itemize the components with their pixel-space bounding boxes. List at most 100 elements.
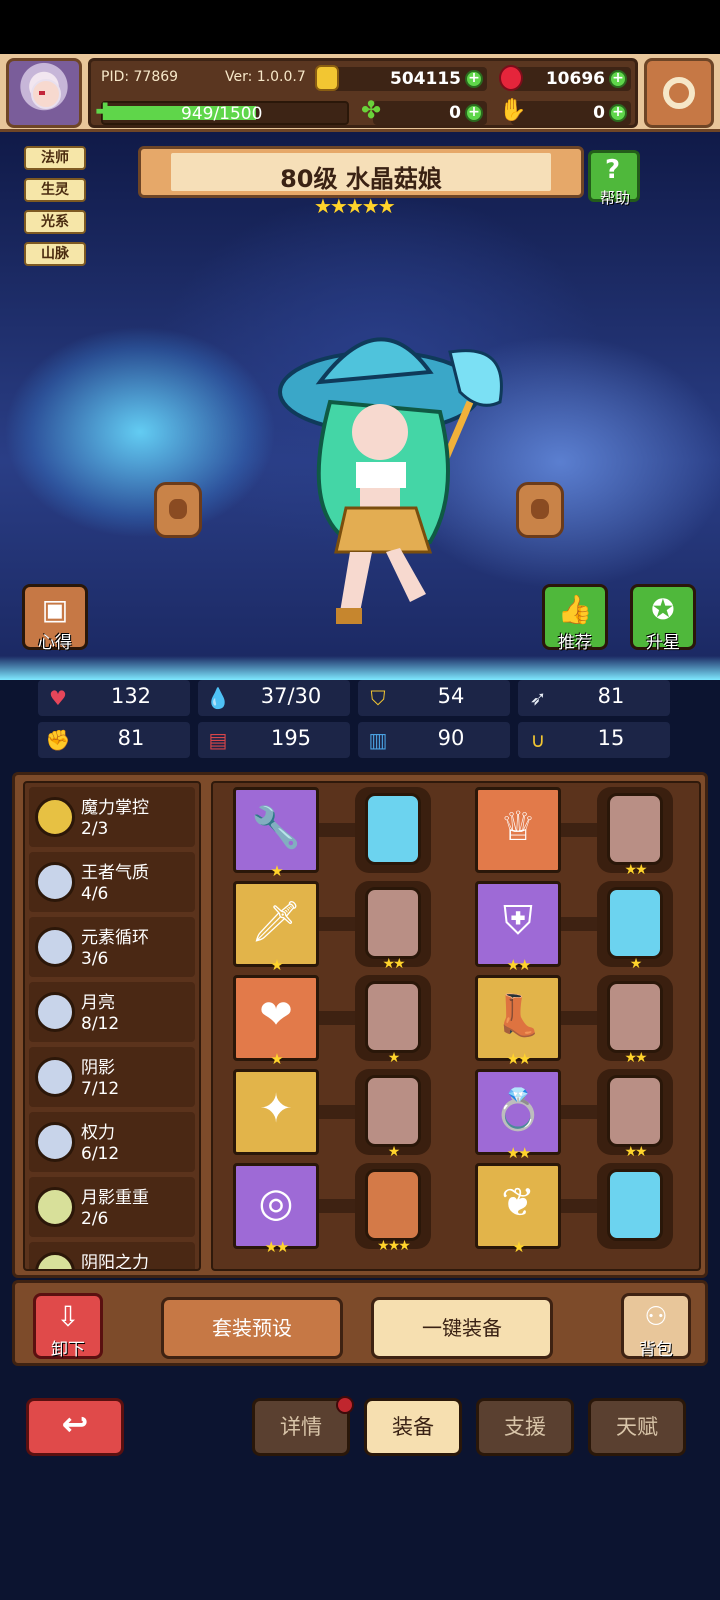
set-bonus-item[interactable]: 月影重重 2/6 bbox=[29, 1177, 195, 1237]
tag-mage[interactable]: 法师 bbox=[24, 146, 86, 170]
set-emblem-icon bbox=[35, 1252, 75, 1269]
tab-equipment[interactable]: 装备 bbox=[364, 1398, 462, 1456]
player-avatar[interactable] bbox=[6, 58, 82, 128]
gear-icon bbox=[663, 77, 695, 109]
hero-character-sprite bbox=[278, 337, 503, 624]
set-emblem-icon bbox=[35, 1122, 75, 1162]
equipment-slot[interactable]: 👢 ★★ bbox=[475, 975, 561, 1068]
equipment-slot[interactable]: ♕ bbox=[475, 787, 561, 873]
settings-button[interactable] bbox=[644, 58, 714, 128]
rune-gem-slot[interactable]: ★★ bbox=[607, 981, 663, 1066]
arrow-down-icon: ⇩ bbox=[56, 1300, 80, 1333]
necklace-icon: ❤ bbox=[259, 992, 293, 1038]
add-gold-button[interactable]: + bbox=[465, 70, 483, 88]
rune-gem-slot[interactable]: ★★ bbox=[607, 1075, 663, 1160]
return-arrow-icon: ↩ bbox=[61, 1405, 89, 1443]
notification-dot bbox=[336, 1396, 354, 1414]
equipment-slot[interactable]: ⛨ ★★ bbox=[475, 881, 561, 974]
mana-drop-icon: 💧 bbox=[205, 686, 231, 710]
resource-panel: PID: 77869 Ver: 1.0.0.7 504115 + 10696 +… bbox=[88, 58, 638, 128]
add-ruby-button[interactable]: + bbox=[609, 70, 627, 88]
gold-counter: 504115 + bbox=[315, 65, 487, 91]
clover-counter: ✤ 0 + bbox=[361, 98, 487, 125]
tab-talent[interactable]: 天赋 bbox=[588, 1398, 686, 1456]
hand-icon: ✋ bbox=[499, 98, 527, 123]
help-button[interactable]: ? 帮助 bbox=[588, 150, 640, 207]
thumbs-up-icon: 👍 bbox=[557, 593, 593, 626]
armor-icon: ⛨ bbox=[503, 898, 533, 944]
rune-gem-slot[interactable]: ★★ bbox=[365, 887, 421, 972]
wing-icon: ➶ bbox=[529, 686, 547, 710]
set-bonus-item[interactable]: 王者气质 4/6 bbox=[29, 852, 195, 912]
set-preset-button[interactable]: 套装预设 bbox=[161, 1297, 343, 1359]
notes-button[interactable]: ▣ 心得 bbox=[22, 584, 88, 653]
auto-equip-button[interactable]: 一键装备 bbox=[371, 1297, 553, 1359]
unequip-button[interactable]: ⇩ 卸下 bbox=[33, 1293, 103, 1360]
back-button[interactable]: ↩ bbox=[26, 1398, 124, 1456]
set-emblem-icon bbox=[35, 1187, 75, 1227]
hero-stars: ★★★★★ bbox=[314, 194, 396, 218]
boots-icon: 👢 bbox=[493, 993, 543, 1039]
stats-panel: ♥ 132 💧 37/30 ⛉ 54 ➶ 81 ✊ 81 ▤ 195 ▥ 90 ∪ 15 bbox=[0, 680, 720, 764]
rune-gem-slot[interactable]: ★★ bbox=[607, 793, 663, 878]
stat-heart: ♥ 132 bbox=[38, 680, 190, 716]
equipment-slot[interactable]: ❤ ★ bbox=[233, 975, 319, 1068]
stamina-bar: ✚ 949/1500 bbox=[95, 100, 349, 125]
rune-gem-slot[interactable] bbox=[365, 793, 421, 865]
equipment-board: 魔力掌控 2/3 王者气质 4/6 元素循环 3/6 月亮 8/12 阴影 7/12 权力 6/12 月… bbox=[12, 772, 708, 1278]
equipment-slot[interactable]: ❦ ★ bbox=[475, 1163, 561, 1256]
rune-slot-right[interactable] bbox=[516, 482, 564, 538]
rune-gem-slot[interactable]: ★ bbox=[365, 1075, 421, 1160]
wrench-staff-icon: 🔧 bbox=[251, 805, 301, 851]
add-clover-button[interactable]: + bbox=[465, 104, 483, 122]
stat-shield: ⛉ 54 bbox=[358, 680, 510, 716]
set-bonus-item[interactable]: 魔力掌控 2/3 bbox=[29, 787, 195, 847]
equipment-slot[interactable]: 🗡 ★ bbox=[233, 881, 319, 974]
stat-mana-drop: 💧 37/30 bbox=[198, 680, 350, 716]
fist-icon: ✊ bbox=[45, 728, 71, 752]
upgrade-star-button[interactable]: ✪ 升星 bbox=[630, 584, 696, 653]
equipment-slot[interactable]: ✦ bbox=[233, 1069, 319, 1155]
stat-wing: ➶ 81 bbox=[518, 680, 670, 716]
tag-mountain[interactable]: 山脉 bbox=[24, 242, 86, 266]
diamond-ring-icon: 💍 bbox=[493, 1087, 543, 1133]
tab-support[interactable]: 支援 bbox=[476, 1398, 574, 1456]
bag-button[interactable]: ⚇ 背包 bbox=[621, 1293, 691, 1360]
gold-coin-icon bbox=[315, 65, 339, 91]
version-label: Ver: 1.0.0.7 bbox=[225, 69, 306, 85]
set-emblem-icon bbox=[35, 927, 75, 967]
equipment-slots: 🔧 ★ 🗡 ★ ★★ ❤ ★ ★ ✦ ★ ◎ ★★ ★★★ ♕ ★★ ⛨ ★★ ★ 👢 ★★ ★★ 💍 ★★ ★★ ❦ ★ bbox=[211, 781, 701, 1271]
book-icon: ▤ bbox=[208, 728, 228, 752]
rune-slot-left[interactable] bbox=[154, 482, 202, 538]
rune-gem-slot[interactable]: ★ bbox=[365, 981, 421, 1066]
set-bonus-list[interactable]: 魔力掌控 2/3 王者气质 4/6 元素循环 3/6 月亮 8/12 阴影 7/12 权力 6/12 月… bbox=[23, 781, 201, 1271]
tag-creature[interactable]: 生灵 bbox=[24, 178, 86, 202]
add-hand-button[interactable]: + bbox=[609, 104, 627, 122]
hero-scene: 法师 生灵 光系 山脉 80级 水晶菇娘 ★★★★★ ? 帮助 ▣ 心得 👍 推… bbox=[0, 132, 720, 680]
stat-horseshoe: ∪ 15 bbox=[518, 722, 670, 758]
heart-icon: ♥ bbox=[49, 686, 67, 710]
set-bonus-item[interactable]: 权力 6/12 bbox=[29, 1112, 195, 1172]
set-bonus-item[interactable]: 元素循环 3/6 bbox=[29, 917, 195, 977]
star-icon: ✪ bbox=[651, 593, 675, 626]
set-emblem-icon bbox=[35, 862, 75, 902]
rune-gem-slot[interactable]: ★★★ bbox=[365, 1169, 421, 1254]
set-bonus-item[interactable]: 阴影 7/12 bbox=[29, 1047, 195, 1107]
tag-light[interactable]: 光系 bbox=[24, 210, 86, 234]
clover-icon: ✤ bbox=[361, 96, 382, 124]
notes-icon: ▣ bbox=[41, 593, 69, 626]
set-bonus-item[interactable]: 月亮 8/12 bbox=[29, 982, 195, 1042]
brooch-icon: ✦ bbox=[259, 1086, 293, 1132]
backpack-icon: ⚇ bbox=[644, 1302, 668, 1332]
equipment-slot[interactable]: 🔧 ★ bbox=[233, 787, 319, 880]
equipment-slot[interactable]: 💍 ★★ bbox=[475, 1069, 561, 1162]
shield-icon: ⛉ bbox=[370, 686, 386, 710]
player-id: PID: 77869 bbox=[101, 69, 179, 85]
rune-gem-slot[interactable] bbox=[607, 1169, 663, 1241]
recommend-button[interactable]: 👍 推荐 bbox=[542, 584, 608, 653]
rune-gem-slot[interactable]: ★ bbox=[607, 887, 663, 972]
stat-fist: ✊ 81 bbox=[38, 722, 190, 758]
set-bonus-item[interactable]: 阴阳之力 bbox=[29, 1242, 195, 1269]
equipment-slot[interactable]: ◎ ★★ bbox=[233, 1163, 319, 1256]
question-icon: ? bbox=[605, 155, 621, 185]
